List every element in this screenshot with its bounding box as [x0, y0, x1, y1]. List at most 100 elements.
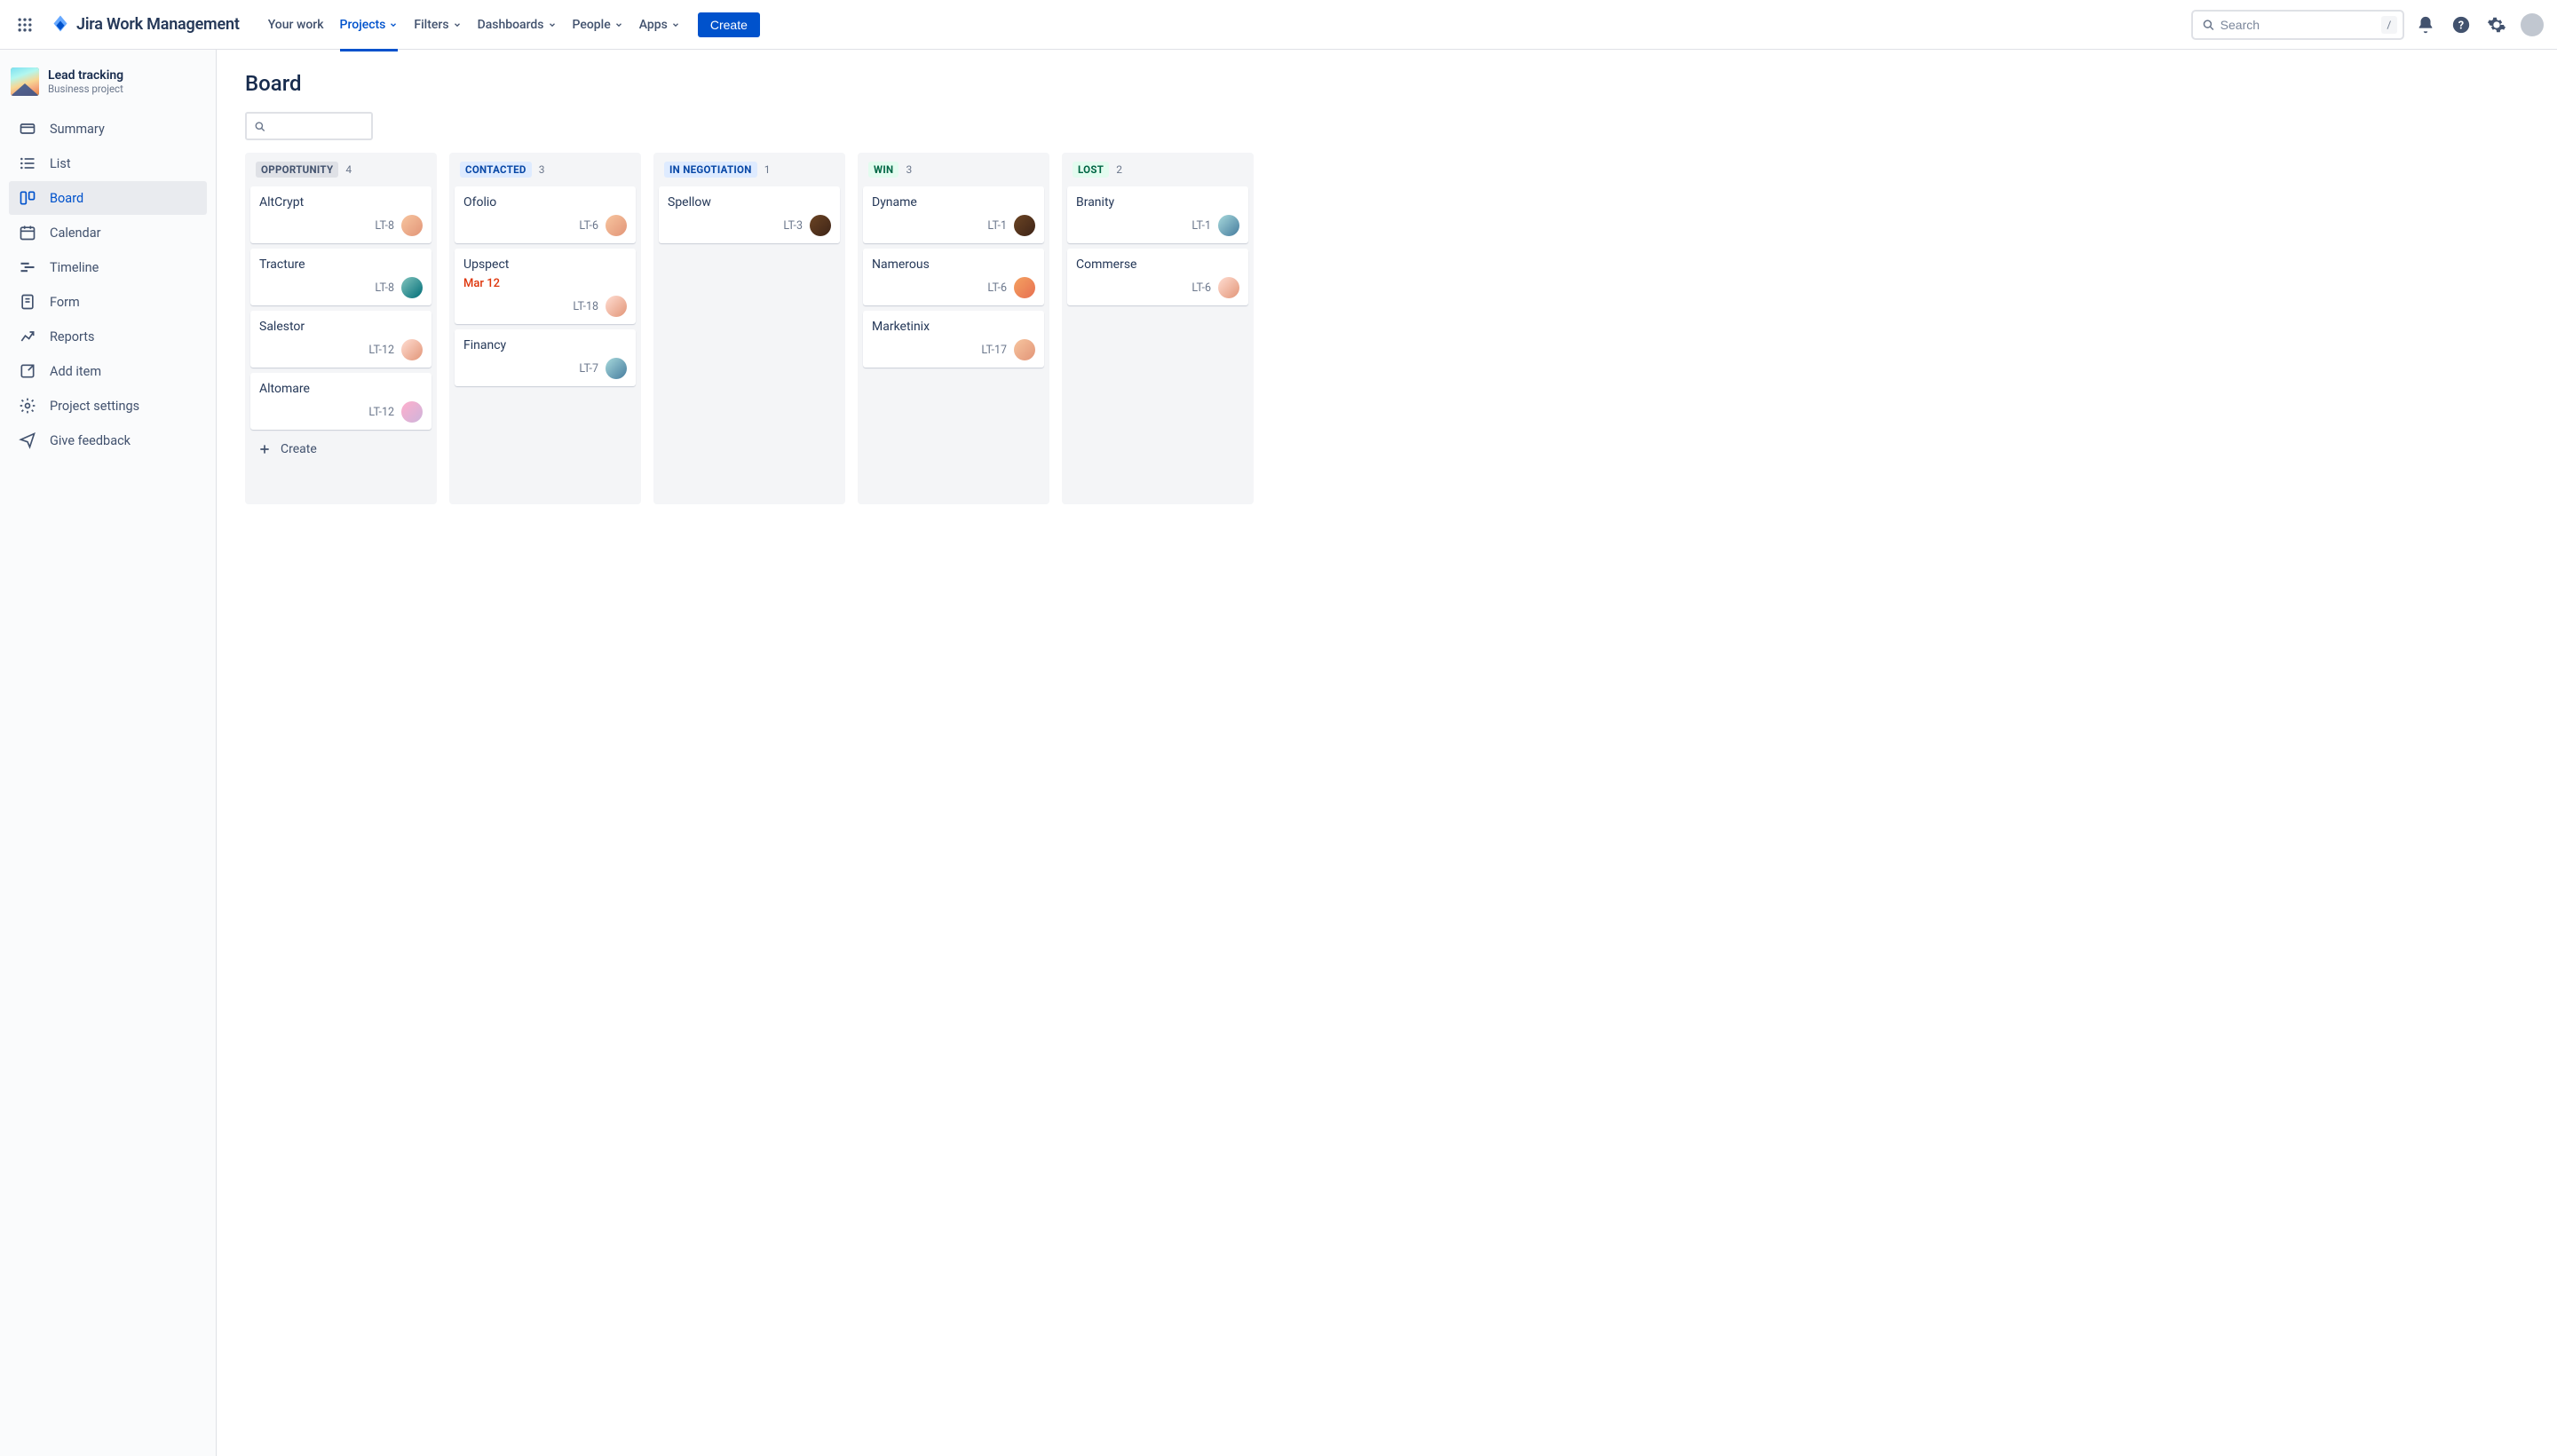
card-key: LT-6 — [579, 219, 598, 233]
column-contacted: CONTACTED3OfolioLT-6 Upspect Mar 12 LT-18 Fi… — [449, 153, 641, 504]
nav-item-apps[interactable]: Apps — [632, 12, 687, 37]
column-title: OPPORTUNITY — [256, 162, 338, 178]
assignee-avatar[interactable] — [1218, 277, 1239, 298]
board: OPPORTUNITY4AltCryptLT-8TractureLT-8Sale… — [245, 153, 2557, 1456]
card[interactable]: TractureLT-8 — [250, 249, 431, 305]
sidebar: Lead tracking Business project SummaryLi… — [0, 50, 217, 1456]
assignee-avatar[interactable] — [1218, 215, 1239, 236]
column-header[interactable]: LOST2 — [1067, 162, 1248, 186]
assignee-avatar[interactable] — [606, 215, 627, 236]
sidebar-item-label: Add item — [50, 364, 101, 379]
chevron-down-icon — [614, 20, 623, 29]
card[interactable]: AltomareLT-12 — [250, 373, 431, 430]
column-title: LOST — [1073, 162, 1109, 178]
card-due-date: Mar 12 — [463, 277, 627, 290]
sidebar-item-summary[interactable]: Summary — [9, 112, 207, 146]
sidebar-item-project-settings[interactable]: Project settings — [9, 389, 207, 423]
global-search[interactable]: / — [2191, 10, 2404, 40]
sidebar-item-give-feedback[interactable]: Give feedback — [9, 423, 207, 457]
nav-item-label: Your work — [268, 18, 324, 32]
timeline-icon — [18, 257, 37, 277]
search-input[interactable] — [2221, 18, 2381, 32]
assignee-avatar[interactable] — [606, 358, 627, 379]
project-avatar-icon — [11, 67, 39, 96]
card[interactable]: FinancyLT-7 — [455, 329, 636, 386]
assignee-avatar[interactable] — [401, 215, 423, 236]
profile-avatar[interactable] — [2518, 11, 2546, 39]
assignee-avatar[interactable] — [606, 296, 627, 317]
sidebar-item-reports[interactable]: Reports — [9, 320, 207, 353]
card-title: Namerous — [872, 257, 1035, 272]
column-title: CONTACTED — [460, 162, 532, 178]
avatar-icon — [2521, 13, 2544, 36]
sidebar-item-board[interactable]: Board — [9, 181, 207, 215]
card[interactable]: MarketinixLT-17 — [863, 311, 1044, 368]
sidebar-item-timeline[interactable]: Timeline — [9, 250, 207, 284]
app-switcher-icon[interactable] — [11, 11, 39, 39]
settings-icon[interactable] — [2482, 11, 2511, 39]
column-opportunity: OPPORTUNITY4AltCryptLT-8TractureLT-8Sale… — [245, 153, 437, 504]
nav-item-your-work[interactable]: Your work — [261, 12, 331, 37]
project-header[interactable]: Lead tracking Business project — [9, 67, 207, 108]
chevron-down-icon — [389, 20, 398, 29]
sidebar-item-label: Reports — [50, 329, 95, 344]
sidebar-item-calendar[interactable]: Calendar — [9, 216, 207, 249]
assignee-avatar[interactable] — [401, 277, 423, 298]
search-icon — [2202, 18, 2215, 32]
create-card-button[interactable]: Create — [250, 435, 431, 463]
assignee-avatar[interactable] — [1014, 277, 1035, 298]
card[interactable]: Branity LT-1 — [1067, 186, 1248, 243]
nav-item-people[interactable]: People — [566, 12, 630, 37]
card[interactable]: SalestorLT-12 — [250, 311, 431, 368]
card[interactable]: Namerous LT-6 — [863, 249, 1044, 305]
assignee-avatar[interactable] — [401, 401, 423, 423]
nav-item-projects[interactable]: Projects — [333, 12, 406, 37]
card-title: Dyname — [872, 195, 1035, 210]
assignee-avatar[interactable] — [1014, 339, 1035, 360]
sidebar-item-list[interactable]: List — [9, 146, 207, 180]
card[interactable]: OfolioLT-6 — [455, 186, 636, 243]
column-header[interactable]: OPPORTUNITY4 — [250, 162, 431, 186]
card-key: LT-8 — [375, 281, 394, 295]
sidebar-item-add-item[interactable]: Add item — [9, 354, 207, 388]
card[interactable]: AltCrypt LT-8 — [250, 186, 431, 243]
assignee-avatar[interactable] — [810, 215, 831, 236]
column-header[interactable]: WIN3 — [863, 162, 1044, 186]
assignee-avatar[interactable] — [401, 339, 423, 360]
add-icon — [18, 361, 37, 381]
notifications-icon[interactable] — [2411, 11, 2440, 39]
card-title: Financy — [463, 338, 627, 352]
nav-item-dashboards[interactable]: Dashboards — [471, 12, 564, 37]
create-button[interactable]: Create — [698, 12, 760, 37]
card[interactable]: SpellowLT-3 — [659, 186, 840, 243]
search-icon — [254, 120, 265, 133]
card[interactable]: Upspect Mar 12 LT-18 — [455, 249, 636, 324]
sidebar-item-form[interactable]: Form — [9, 285, 207, 319]
card-title: Upspect — [463, 257, 627, 272]
board-search-input[interactable] — [265, 119, 364, 133]
sidebar-item-label: Give feedback — [50, 433, 131, 448]
column-count: 3 — [906, 163, 912, 176]
column-header[interactable]: CONTACTED3 — [455, 162, 636, 186]
card-key: LT-8 — [375, 219, 394, 233]
product-logo[interactable]: Jira Work Management — [43, 14, 247, 36]
nav-item-filters[interactable]: Filters — [407, 12, 468, 37]
jira-logo-icon — [50, 14, 71, 36]
card-key: LT-18 — [573, 300, 598, 313]
board-search[interactable] — [245, 112, 373, 140]
chevron-down-icon — [453, 20, 462, 29]
sidebar-item-label: Calendar — [50, 226, 101, 241]
column-header[interactable]: IN NEGOTIATION1 — [659, 162, 840, 186]
settings-icon — [18, 396, 37, 415]
help-icon[interactable]: ? — [2447, 11, 2475, 39]
card-title: Branity — [1076, 195, 1239, 210]
nav-item-label: Filters — [414, 18, 448, 32]
card-title: AltCrypt — [259, 195, 423, 210]
card[interactable]: DynameLT-1 — [863, 186, 1044, 243]
assignee-avatar[interactable] — [1014, 215, 1035, 236]
nav-items: Your work Projects Filters DashboardsPeople… — [261, 12, 687, 37]
card-key: LT-6 — [987, 281, 1007, 295]
nav-item-label: Apps — [639, 18, 668, 32]
card[interactable]: CommerseLT-6 — [1067, 249, 1248, 305]
card-key: LT-1 — [1191, 219, 1211, 233]
